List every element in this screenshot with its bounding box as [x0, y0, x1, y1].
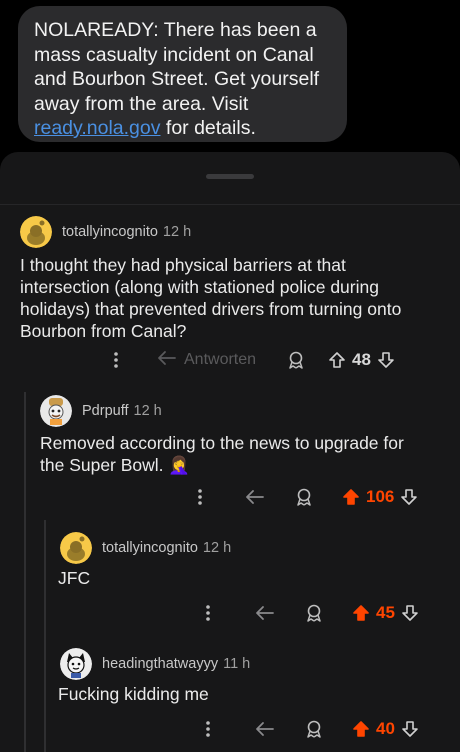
comment-header: totallyincognito 12 h [20, 216, 191, 248]
comment-line: I thought they had physical barriers at … [20, 255, 346, 275]
upvote-icon[interactable] [342, 488, 360, 506]
comment-sheet: totallyincognito 12 h I thought they had… [0, 152, 460, 752]
reply-icon[interactable] [244, 488, 266, 506]
vote-count: 45 [376, 603, 395, 622]
comment-time: 11 h [223, 656, 251, 672]
comment-line-text: the Super Bowl. [40, 455, 169, 475]
thread-line-level-2[interactable] [44, 520, 46, 752]
upvote-icon[interactable] [352, 720, 370, 738]
reply-button[interactable]: Antworten [156, 349, 256, 372]
upvote-icon[interactable] [352, 604, 370, 622]
sms-bubble: NOLAREADY: There has been a mass casualt… [18, 6, 347, 142]
upvote-icon[interactable] [328, 351, 346, 369]
comment-actions: 45 [198, 601, 419, 625]
vote-count: 106 [366, 487, 395, 506]
snoo-avatar-yellow[interactable] [60, 532, 92, 564]
comment-line: intersection (along with stationed polic… [20, 277, 379, 297]
comment-header: headingthatwayyy 11 h [60, 648, 250, 680]
sms-line-4: away from the area. Visit [34, 92, 249, 115]
award-icon[interactable] [286, 350, 306, 370]
comment-actions: 106 [190, 485, 418, 509]
comment-body: I thought they had physical barriers at … [20, 254, 450, 342]
award-icon[interactable] [304, 603, 324, 623]
thread-line-level-1[interactable] [24, 392, 26, 752]
comment-line: Bourbon from Canal? [20, 321, 187, 341]
more-icon[interactable] [198, 720, 218, 738]
comment-actions: 40 [198, 717, 419, 741]
comment-line: JFC [58, 568, 91, 588]
sms-line-2: mass casualty incident on Canal [34, 43, 314, 66]
comment-line: the Super Bowl. 🤦‍♀️ [40, 454, 452, 476]
comment-line: Removed according to the news to upgrade… [40, 433, 404, 453]
comment-username[interactable]: totallyincognito [102, 540, 198, 556]
sms-link-suffix: for details. [160, 117, 256, 139]
sheet-drag-handle[interactable] [206, 174, 254, 179]
comment-header: totallyincognito 12 h [60, 532, 231, 564]
vote-count: 48 [352, 350, 371, 369]
reply-icon[interactable] [254, 720, 276, 738]
comment-line: Fucking kidding me [58, 684, 209, 704]
more-icon[interactable] [198, 604, 218, 622]
award-icon[interactable] [304, 719, 324, 739]
comment-actions: Antworten 48 [106, 348, 395, 372]
downvote-icon[interactable] [400, 488, 418, 506]
comment-username[interactable]: totallyincognito [62, 224, 158, 240]
comment-time: 12 h [133, 403, 162, 419]
snoo-avatar-yellow[interactable] [20, 216, 52, 248]
downvote-icon[interactable] [377, 351, 395, 369]
comment-body: JFC [58, 567, 450, 589]
sms-link[interactable]: ready.nola.gov [34, 117, 160, 139]
more-icon[interactable] [190, 488, 210, 506]
vote-count: 40 [376, 719, 395, 738]
comment-body: Removed according to the news to upgrade… [40, 432, 452, 476]
reply-icon [156, 349, 178, 372]
comment-body: Fucking kidding me [58, 683, 450, 705]
sms-line-1: NOLAREADY: There has been a [34, 19, 317, 41]
snoo-avatar-chef[interactable] [40, 395, 72, 427]
sms-line-3: and Bourbon Street. Get yourself [34, 68, 320, 90]
facepalm-emoji: 🤦‍♀️ [168, 455, 191, 475]
more-icon[interactable] [106, 351, 126, 369]
sms-line-5: ready.nola.gov for details. [34, 116, 331, 141]
comment-time: 12 h [202, 540, 232, 556]
snoo-avatar-cat[interactable] [60, 648, 92, 680]
comment-time: 12 h [162, 224, 192, 240]
award-icon[interactable] [294, 487, 314, 507]
reply-label: Antworten [184, 351, 257, 368]
sheet-divider [0, 204, 460, 205]
comment-line: holidays) that prevented drivers from tu… [20, 299, 402, 319]
downvote-icon[interactable] [401, 604, 419, 622]
comment-username[interactable]: headingthatwayyy [102, 656, 218, 672]
comment-header: Pdrpuff 12 h [40, 395, 162, 427]
reply-icon[interactable] [254, 604, 276, 622]
downvote-icon[interactable] [401, 720, 419, 738]
comment-username[interactable]: Pdrpuff [82, 403, 129, 419]
